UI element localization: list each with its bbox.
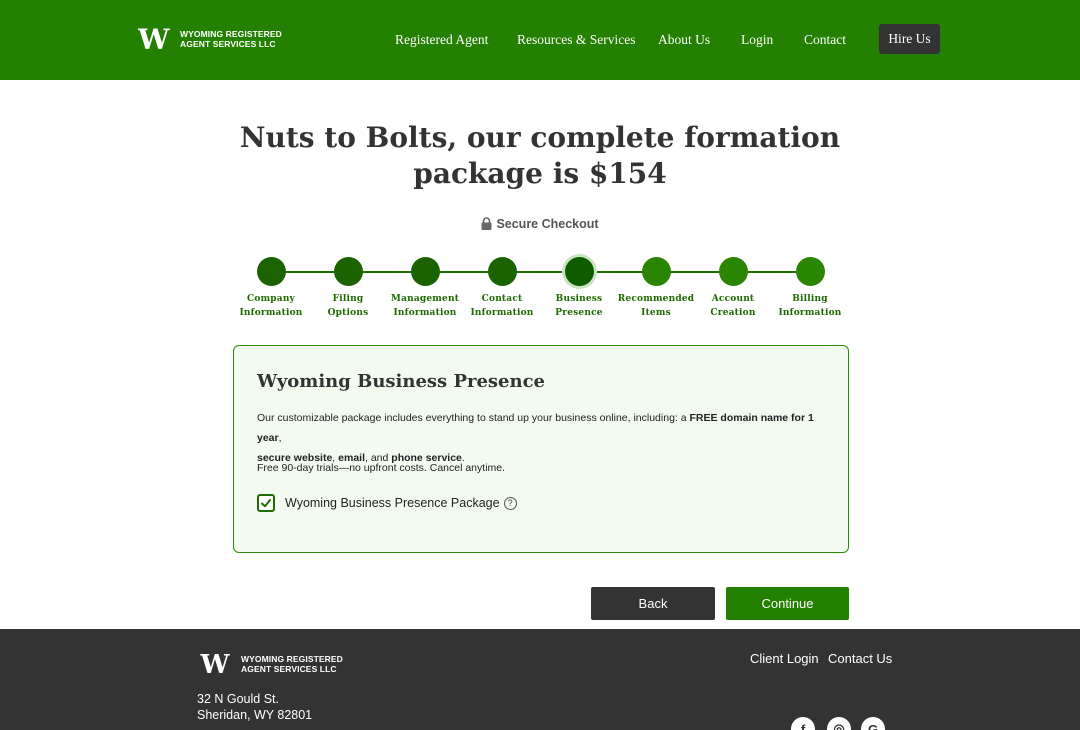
footer-address: 32 N Gould St. Sheridan, WY 82801 [197, 691, 312, 723]
package-option[interactable]: Wyoming Business Presence Package ? [257, 494, 517, 512]
checkmark-icon [261, 499, 271, 508]
step-dot [718, 257, 748, 286]
logo-line-1: WYOMING REGISTERED [241, 653, 343, 664]
logo-w-icon: W [199, 652, 230, 676]
business-presence-card: Wyoming Business Presence Our customizab… [233, 345, 849, 553]
checkout-steps: Company Information Filing Options Managem… [0, 0, 1080, 330]
card-heading: Wyoming Business Presence [257, 371, 546, 392]
step-billing-information[interactable]: Billing Information [760, 257, 860, 320]
continue-button[interactable]: Continue [726, 587, 849, 620]
trial-note: Free 90-day trials—no upfront costs. Can… [257, 462, 506, 474]
footer-contact-us[interactable]: Contact Us [828, 651, 892, 666]
step-dot [564, 257, 594, 286]
step-label: Billing Information [778, 294, 842, 318]
footer-logo[interactable]: W WYOMING REGISTERED AGENT SERVICES LLC [199, 652, 343, 676]
footer-client-login[interactable]: Client Login [750, 651, 819, 666]
package-checkbox[interactable] [257, 494, 275, 512]
site-footer: W WYOMING REGISTERED AGENT SERVICES LLC … [0, 629, 1080, 730]
step-dot [795, 257, 825, 286]
card-description: Our customizable package includes everyt… [257, 412, 814, 464]
address-line-1: 32 N Gould St. [197, 692, 279, 706]
google-icon[interactable]: G [861, 717, 885, 730]
svg-text:W: W [199, 652, 230, 676]
step-dot [256, 257, 286, 286]
help-icon[interactable]: ? [503, 496, 517, 510]
logo-text: WYOMING REGISTERED AGENT SERVICES LLC [241, 654, 343, 675]
instagram-icon[interactable]: ◎ [827, 717, 851, 730]
step-dot [641, 257, 671, 286]
step-dot [487, 257, 517, 286]
address-line-2: Sheridan, WY 82801 [197, 708, 313, 722]
back-button[interactable]: Back [591, 587, 715, 620]
package-label: Wyoming Business Presence Package [285, 496, 500, 510]
facebook-icon[interactable]: f [791, 717, 815, 730]
logo-line-2: AGENT SERVICES LLC [241, 664, 337, 674]
step-dot [333, 257, 363, 286]
step-dot [410, 257, 440, 286]
